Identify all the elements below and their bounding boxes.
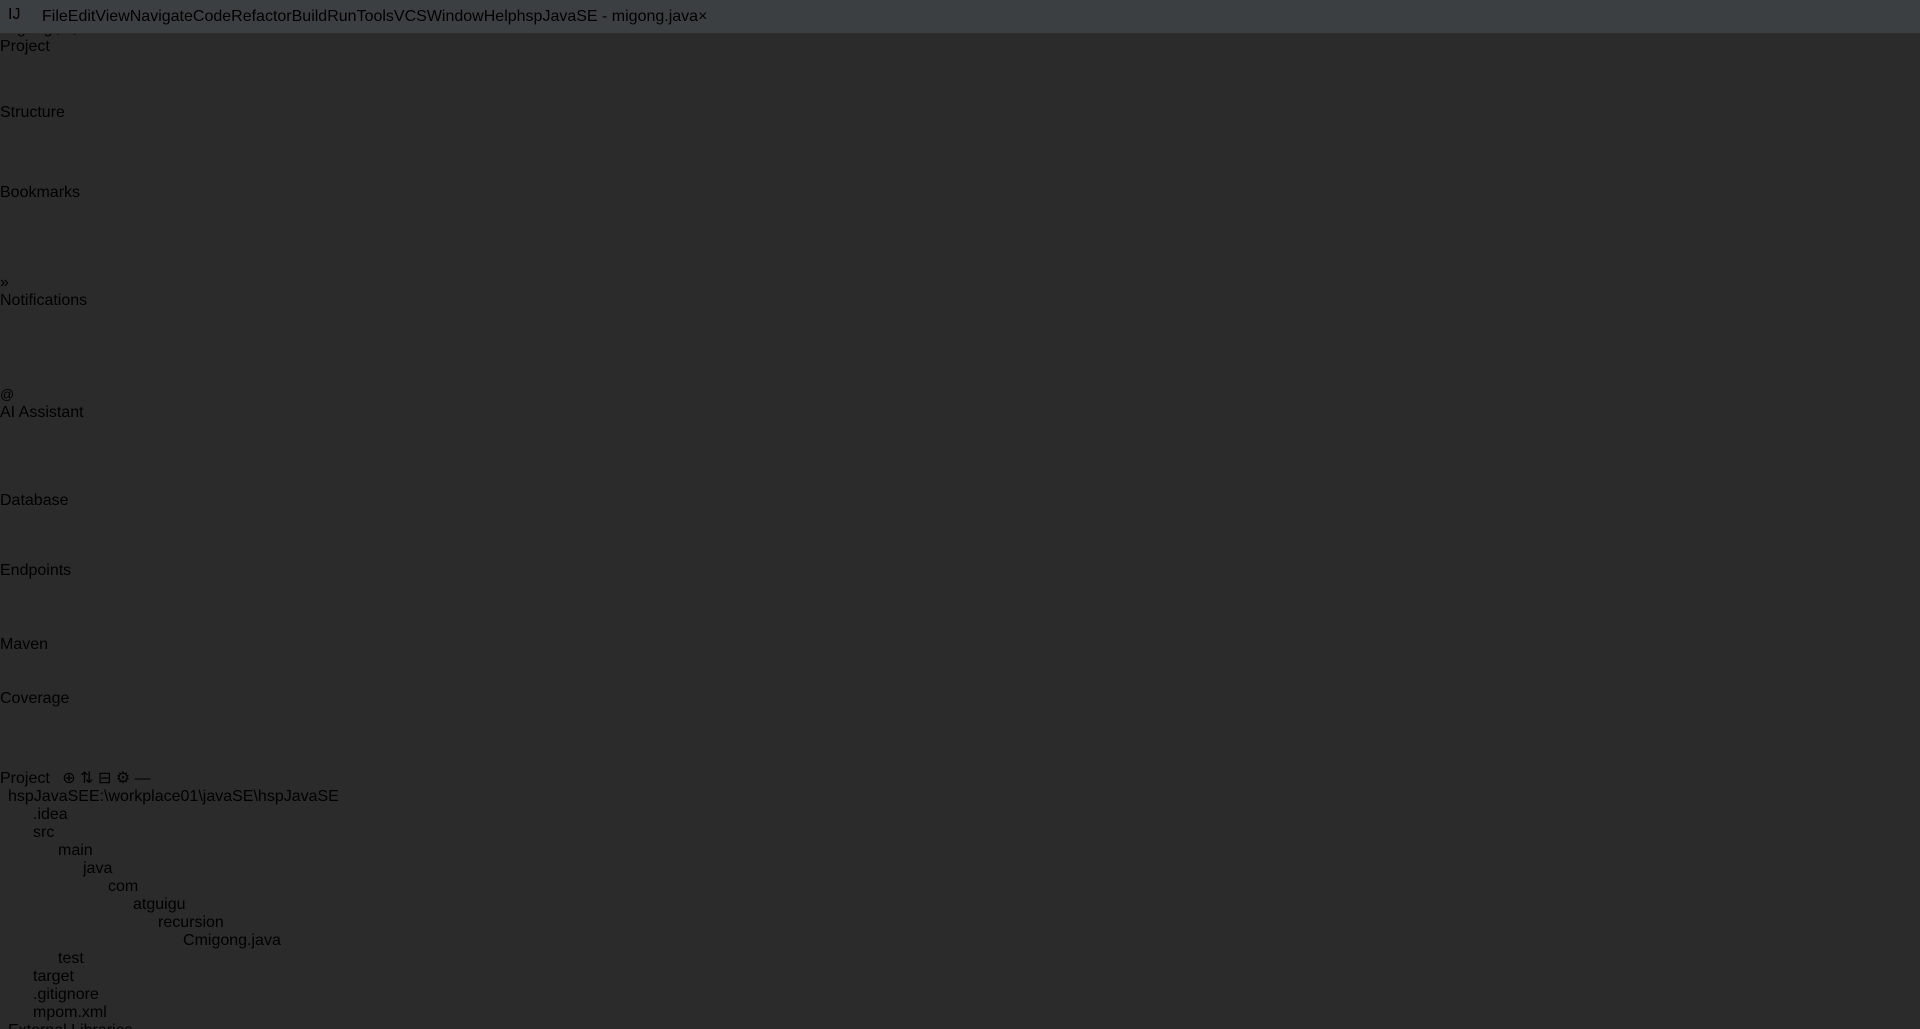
- intellij-logo-icon: IJ: [8, 5, 21, 23]
- project-tree: hspJavaSEE:\workplace01\javaSE\hspJavaSE…: [0, 788, 1920, 1029]
- sidebar-item-maven[interactable]: Maven: [0, 636, 1920, 690]
- menu-item-file[interactable]: File: [42, 8, 68, 26]
- sidebar-item-coverage[interactable]: Coverage: [0, 690, 1920, 768]
- tree-item-gitignore[interactable]: .gitignore: [0, 986, 1920, 1004]
- tree-item-label: External Libraries: [8, 1022, 133, 1029]
- tree-item-test[interactable]: test: [0, 950, 1920, 968]
- tree-item-main[interactable]: main: [0, 842, 1920, 860]
- hide-panel-icon[interactable]: —: [135, 770, 151, 787]
- left-tool-stripe: Project Structure Bookmarks »: [0, 38, 1920, 292]
- menu-item-code[interactable]: Code: [193, 8, 231, 26]
- tree-item-recursion[interactable]: recursion: [0, 914, 1920, 932]
- tree-item-label: hspJavaSE: [8, 788, 89, 805]
- menu-item-vcs[interactable]: VCS: [394, 8, 427, 26]
- sidebar-item-project[interactable]: Project: [0, 38, 1920, 104]
- sidebar-item-endpoints[interactable]: Endpoints: [0, 562, 1920, 636]
- menu-item-view[interactable]: View: [95, 8, 129, 26]
- class-icon: C: [183, 932, 195, 949]
- tree-item-label: src: [33, 824, 55, 841]
- locate-file-icon[interactable]: ⊕: [62, 770, 75, 787]
- tree-item-label: recursion: [158, 914, 224, 931]
- project-panel: Project ⊕ ⇅ ⊟ ⚙ — hspJavaSEE:\workplace0…: [0, 768, 1920, 1029]
- tree-item-label: .gitignore: [33, 986, 99, 1003]
- title-bar: IJ File Edit View Navigate Code Refactor Build…: [0, 0, 1920, 34]
- menu-item-run[interactable]: Run: [327, 8, 356, 26]
- tree-item-com[interactable]: com: [0, 878, 1920, 896]
- tree-item-idea[interactable]: .idea: [0, 806, 1920, 824]
- menu-item-navigate[interactable]: Navigate: [130, 8, 193, 26]
- sidebar-item-notifications[interactable]: Notifications: [0, 292, 1920, 386]
- sidebar-item-ai-assistant[interactable]: AI Assistant: [0, 404, 1920, 492]
- tree-item-label: com: [108, 878, 139, 895]
- ai-assistant-icon[interactable]: @: [0, 386, 14, 402]
- close-button[interactable]: ×: [698, 8, 707, 26]
- tree-item-label: java: [83, 860, 113, 877]
- tree-item-label: main: [58, 842, 93, 859]
- menu-item-refactor[interactable]: Refactor: [231, 8, 291, 26]
- more-tool-windows-icon[interactable]: »: [0, 274, 1920, 292]
- tree-item-label: target: [33, 968, 74, 985]
- menu-item-tools[interactable]: Tools: [357, 8, 394, 26]
- tree-item-label: atguigu: [133, 896, 186, 913]
- project-panel-title[interactable]: Project: [0, 770, 50, 787]
- tree-item-atguigu[interactable]: atguigu: [0, 896, 1920, 914]
- menu-item-edit[interactable]: Edit: [68, 8, 96, 26]
- sidebar-item-database[interactable]: Database: [0, 492, 1920, 562]
- menu-item-window[interactable]: Window: [427, 8, 484, 26]
- tree-item-migongjava[interactable]: Cmigong.java: [0, 932, 1920, 950]
- menu-item-build[interactable]: Build: [292, 8, 328, 26]
- sidebar-item-structure[interactable]: Structure: [0, 104, 1920, 184]
- tree-item-ExternalLibraries[interactable]: External Libraries: [0, 1022, 1920, 1029]
- tree-item-path: E:\workplace01\javaSE\hspJavaSE: [88, 788, 339, 805]
- tree-item-label: pom.xml: [46, 1004, 107, 1021]
- tree-item-label: test: [58, 950, 84, 967]
- tree-item-hspJavaSE[interactable]: hspJavaSEE:\workplace01\javaSE\hspJavaSE: [0, 788, 1920, 806]
- window-title: hspJavaSE - migong.java: [516, 7, 699, 25]
- right-tool-stripe: Notifications @ AI Assistant Database En…: [0, 292, 1920, 768]
- tree-item-pomxml[interactable]: mpom.xml: [0, 1004, 1920, 1022]
- collapse-all-icon[interactable]: ⊟: [98, 770, 111, 787]
- tree-item-src[interactable]: src: [0, 824, 1920, 842]
- tree-item-target[interactable]: target: [0, 968, 1920, 986]
- sort-icon[interactable]: ⇅: [80, 770, 93, 787]
- menu-item-help[interactable]: Help: [484, 8, 517, 26]
- sidebar-item-bookmarks[interactable]: Bookmarks: [0, 184, 1920, 274]
- tree-item-label: migong.java: [194, 932, 281, 949]
- gear-icon[interactable]: ⚙: [116, 770, 130, 787]
- menu-bar: File Edit View Navigate Code Refactor Build Run…: [42, 8, 517, 26]
- tree-item-label: .idea: [33, 806, 68, 823]
- maven-icon: m: [33, 1004, 47, 1021]
- tree-item-java[interactable]: java: [0, 860, 1920, 878]
